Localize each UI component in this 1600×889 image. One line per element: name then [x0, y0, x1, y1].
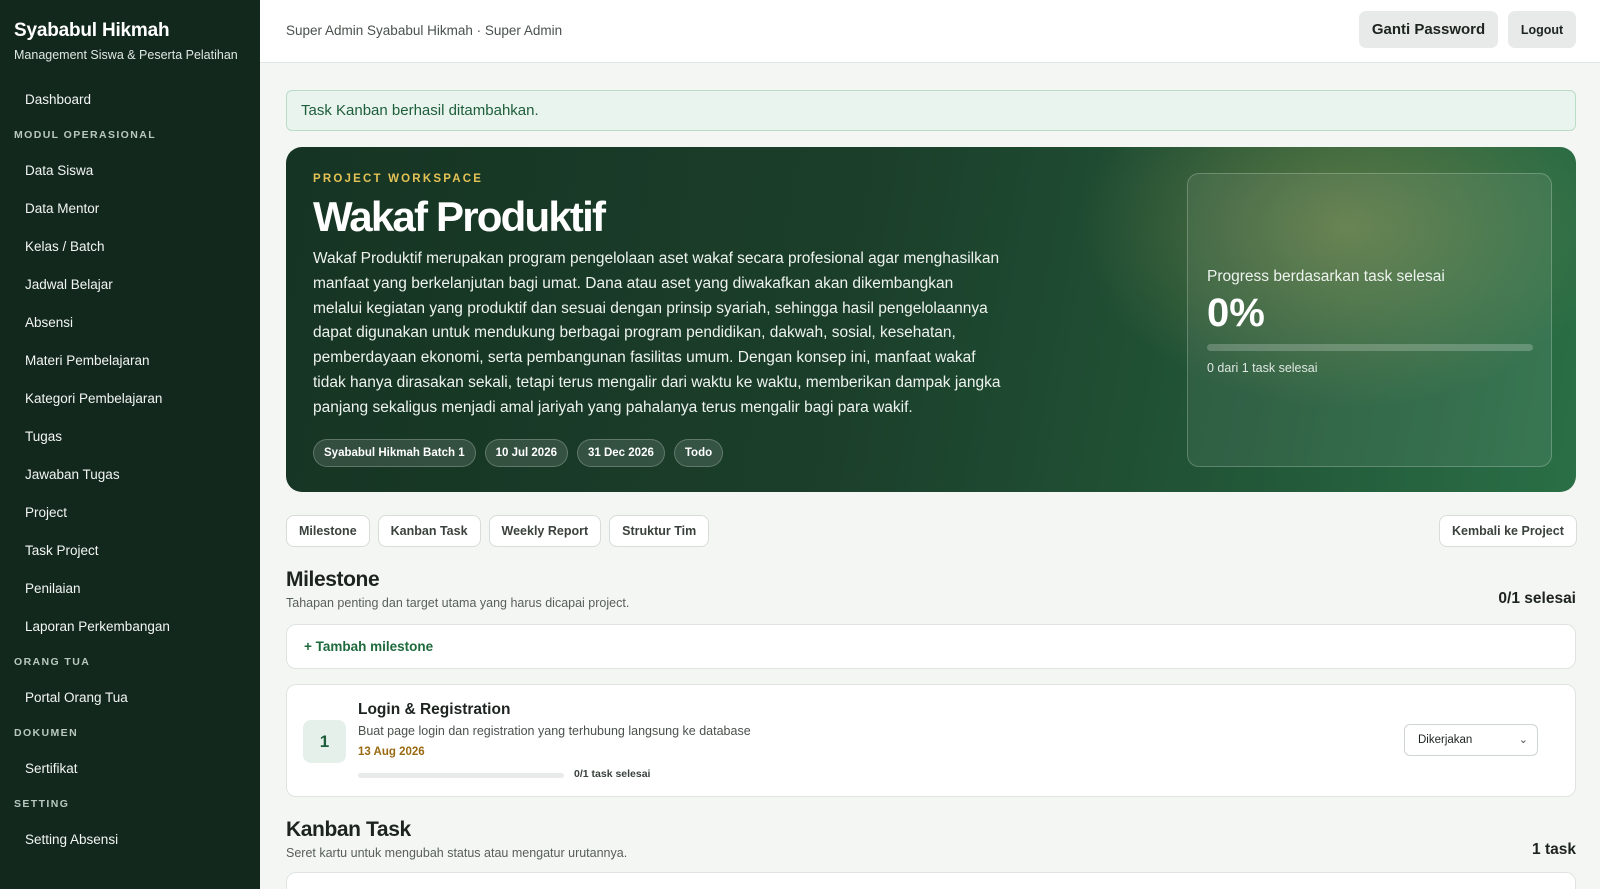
sidebar-section-orang-tua: ORANG TUA [14, 656, 91, 668]
brand-subtitle: Management Siswa & Peserta Pelatihan [14, 48, 238, 62]
sidebar-item-project[interactable]: Project [0, 494, 260, 532]
milestone-number: 1 [303, 720, 346, 763]
status-chip: Todo [673, 439, 724, 467]
milestone-description: Buat page login dan registration yang te… [358, 724, 751, 738]
project-title: Wakaf Produktif [313, 193, 606, 240]
sidebar-item-task-project[interactable]: Task Project [0, 532, 260, 570]
change-password-button[interactable]: Ganti Password [1359, 11, 1498, 48]
topbar: Super Admin Syababul Hikmah · Super Admi… [260, 0, 1600, 63]
brand: Syababul Hikmah Management Siswa & Peser… [0, 0, 260, 62]
sidebar-item-tugas[interactable]: Tugas [0, 418, 260, 456]
kanban-task-count: 1 task [1532, 841, 1576, 858]
kanban-board [286, 872, 1576, 889]
sidebar-item-setting-absensi[interactable]: Setting Absensi [0, 821, 260, 859]
progress-summary: 0 dari 1 task selesai [1207, 361, 1318, 375]
milestone-status-select[interactable]: Dikerjakan ⌄ [1404, 724, 1538, 756]
progress-label: Progress berdasarkan task selesai [1207, 268, 1445, 285]
tab-milestone[interactable]: Milestone [286, 515, 370, 547]
start-date-chip: 10 Jul 2026 [484, 439, 568, 467]
sidebar-item-kategori-pembelajaran[interactable]: Kategori Pembelajaran [0, 380, 260, 418]
sidebar: Syababul Hikmah Management Siswa & Peser… [0, 0, 260, 889]
kanban-section-title: Kanban Task [286, 818, 411, 841]
sidebar-item-penilaian[interactable]: Penilaian [0, 570, 260, 608]
milestone-card: 1 Login & Registration Buat page login d… [286, 684, 1576, 797]
sidebar-section-dokumen: DOKUMEN [14, 727, 79, 739]
progress-card: Progress berdasarkan task selesai 0% 0 d… [1187, 173, 1552, 467]
logout-button[interactable]: Logout [1508, 11, 1576, 48]
project-meta-chips: Syababul Hikmah Batch 1 10 Jul 2026 31 D… [313, 439, 724, 467]
hero-eyebrow: PROJECT WORKSPACE [313, 173, 484, 185]
sidebar-item-sertifikat[interactable]: Sertifikat [0, 750, 260, 788]
milestone-due-date: 13 Aug 2026 [358, 746, 425, 758]
milestone-status-value: Dikerjakan [1418, 734, 1473, 746]
sidebar-item-data-siswa[interactable]: Data Siswa [0, 152, 260, 190]
sidebar-item-portal-orang-tua[interactable]: Portal Orang Tua [0, 679, 260, 717]
workspace-tabs: Milestone Kanban Task Weekly Report Stru… [286, 515, 710, 547]
progress-value: 0% [1207, 291, 1265, 335]
sidebar-item-jadwal-belajar[interactable]: Jadwal Belajar [0, 266, 260, 304]
sidebar-item-materi-pembelajaran[interactable]: Materi Pembelajaran [0, 342, 260, 380]
current-user-label: Super Admin Syababul Hikmah · Super Admi… [286, 23, 563, 38]
add-milestone-panel: + Tambah milestone [286, 624, 1576, 669]
sidebar-nav: Dashboard MODUL OPERASIONAL Data Siswa D… [0, 81, 260, 859]
milestone-section-subtitle: Tahapan penting dan target utama yang ha… [286, 596, 630, 610]
progress-bar [1207, 344, 1533, 351]
sidebar-item-kelas-batch[interactable]: Kelas / Batch [0, 228, 260, 266]
batch-chip: Syababul Hikmah Batch 1 [313, 439, 476, 467]
chevron-down-icon: ⌄ [1518, 734, 1528, 746]
sidebar-item-absensi[interactable]: Absensi [0, 304, 260, 342]
milestone-section-title: Milestone [286, 568, 380, 591]
main-content: Super Admin Syababul Hikmah · Super Admi… [260, 0, 1600, 889]
kanban-section-subtitle: Seret kartu untuk mengubah status atau m… [286, 846, 628, 860]
success-alert: Task Kanban berhasil ditambahkan. [286, 90, 1576, 131]
sidebar-item-jawaban-tugas[interactable]: Jawaban Tugas [0, 456, 260, 494]
tab-struktur-tim[interactable]: Struktur Tim [609, 515, 710, 547]
milestone-count: 0/1 selesai [1498, 590, 1576, 607]
project-hero: PROJECT WORKSPACE Wakaf Produktif Wakaf … [286, 147, 1576, 492]
tab-weekly-report[interactable]: Weekly Report [488, 515, 602, 547]
sidebar-item-laporan-perkembangan[interactable]: Laporan Perkembangan [0, 608, 260, 646]
milestone-progress-label: 0/1 task selesai [574, 768, 651, 780]
back-to-project-button[interactable]: Kembali ke Project [1439, 515, 1577, 547]
tab-kanban-task[interactable]: Kanban Task [377, 515, 481, 547]
sidebar-section-operasional: MODUL OPERASIONAL [14, 129, 157, 141]
end-date-chip: 31 Dec 2026 [577, 439, 665, 467]
brand-title: Syababul Hikmah [14, 20, 170, 41]
sidebar-item-data-mentor[interactable]: Data Mentor [0, 190, 260, 228]
milestone-title: Login & Registration [358, 701, 511, 718]
milestone-progress-bar [358, 773, 564, 778]
add-milestone-button[interactable]: + Tambah milestone [304, 639, 433, 654]
project-description: Wakaf Produktif merupakan program pengel… [313, 250, 1001, 416]
sidebar-section-setting: SETTING [14, 798, 70, 810]
sidebar-item-dashboard[interactable]: Dashboard [0, 81, 260, 119]
